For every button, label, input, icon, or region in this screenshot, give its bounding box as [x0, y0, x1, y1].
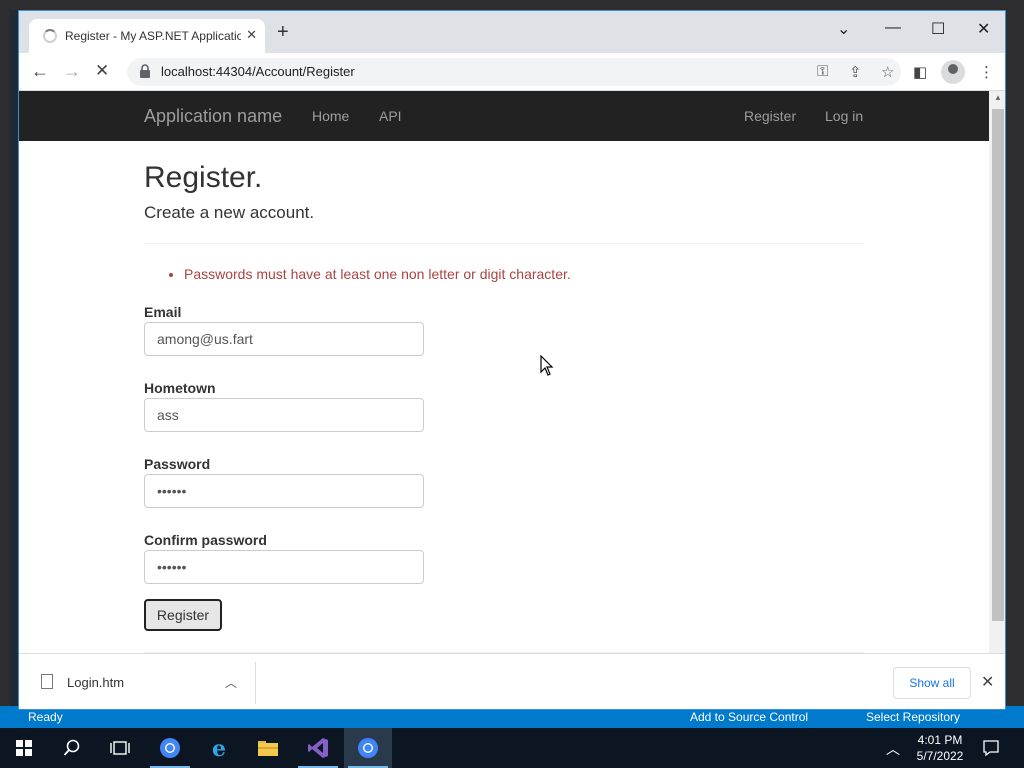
document-icon [41, 674, 53, 689]
site-navbar: Application name Home API Register Log i… [19, 91, 989, 141]
page-viewport: Application name Home API Register Log i… [19, 91, 989, 653]
hometown-label: Hometown [144, 380, 216, 396]
stop-loading-icon[interactable]: ✕ [95, 61, 109, 81]
taskbar-chrome-active-icon[interactable] [344, 728, 392, 768]
tray-chevron-up-icon[interactable]: ︿ [886, 739, 900, 759]
taskbar-file-explorer-icon[interactable] [244, 728, 292, 768]
clock-date: 5/7/2022 [916, 749, 964, 763]
task-view-icon[interactable] [96, 728, 144, 768]
windows-taskbar: e ︿ 4:01 PM 5/7/2022 [0, 728, 1024, 768]
divider [144, 243, 864, 244]
notifications-icon[interactable] [982, 739, 1000, 757]
back-icon[interactable]: ← [31, 61, 49, 82]
nav-link-home[interactable]: Home [312, 108, 349, 124]
desktop-background [0, 0, 1024, 10]
browser-titlebar: Register - My ASP.NET Application ✕ + ⌄ … [19, 11, 1005, 53]
svg-text:e: e [212, 737, 226, 759]
taskbar-internet-explorer-icon[interactable]: e [196, 728, 244, 768]
tab-title: Register - My ASP.NET Application [65, 29, 241, 43]
search-icon[interactable] [48, 728, 96, 768]
vs-window-edge-left [0, 0, 10, 728]
vs-status-ready: Ready [28, 710, 63, 724]
browser-toolbar: ← → ✕ localhost:44304/Account/Register ⚿… [19, 53, 1005, 91]
hometown-field[interactable] [144, 398, 424, 432]
lock-icon [140, 64, 150, 78]
tab-search-chevron-icon[interactable]: ⌄ [837, 19, 850, 39]
password-field[interactable] [144, 474, 424, 508]
start-button[interactable] [0, 728, 48, 768]
password-label: Password [144, 456, 211, 472]
menu-kebab-icon[interactable]: ⋮ [979, 63, 994, 81]
page-subtitle: Create a new account. [144, 203, 315, 222]
email-field[interactable] [144, 322, 424, 356]
navbar-brand[interactable]: Application name [144, 106, 282, 127]
clock-time: 4:01 PM [917, 733, 963, 747]
maximize-icon[interactable]: ☐ [931, 19, 945, 39]
mouse-cursor-icon [540, 355, 554, 376]
nav-link-api[interactable]: API [379, 108, 402, 124]
address-bar[interactable]: localhost:44304/Account/Register ⚿ ⇪ ☆ [127, 58, 901, 86]
confirm-password-field[interactable] [144, 550, 424, 584]
tab-close-icon[interactable]: ✕ [246, 27, 257, 43]
download-shelf: Login.htm ︿ Show all ✕ [19, 653, 1005, 709]
new-tab-icon[interactable]: + [277, 22, 289, 42]
share-icon[interactable]: ⇪ [849, 63, 862, 81]
key-icon[interactable]: ⚿ [817, 63, 828, 80]
download-file-name[interactable]: Login.htm [67, 675, 124, 690]
url-text: localhost:44304/Account/Register [161, 64, 355, 79]
email-label: Email [144, 304, 182, 320]
side-panel-icon[interactable]: ◧ [913, 63, 927, 81]
bookmark-star-icon[interactable]: ☆ [881, 63, 894, 81]
shelf-divider [255, 662, 256, 704]
taskbar-visual-studio-icon[interactable] [294, 728, 342, 768]
taskbar-chrome-icon[interactable] [146, 728, 194, 768]
show-all-downloads-button[interactable]: Show all [893, 667, 971, 699]
vs-select-repository[interactable]: Select Repository [866, 710, 960, 724]
chevron-up-icon[interactable]: ︿ [225, 674, 237, 691]
validation-summary: Passwords must have at least one non let… [184, 266, 571, 282]
browser-tab[interactable]: Register - My ASP.NET Application ✕ [29, 19, 265, 53]
windows-logo-icon [16, 740, 32, 756]
vertical-scrollbar[interactable]: ▲ [989, 91, 1005, 653]
profile-avatar-icon[interactable] [941, 60, 965, 84]
loading-spinner-icon [43, 29, 57, 43]
validation-error: Passwords must have at least one non let… [184, 266, 571, 282]
register-submit-button[interactable]: Register [144, 599, 222, 631]
page-title: Register. [144, 161, 263, 194]
close-window-icon[interactable]: ✕ [977, 19, 990, 39]
close-shelf-icon[interactable]: ✕ [981, 672, 994, 692]
vs-add-to-source-control[interactable]: Add to Source Control [690, 710, 808, 724]
browser-window: Register - My ASP.NET Application ✕ + ⌄ … [18, 10, 1006, 710]
forward-icon[interactable]: → [63, 61, 81, 82]
nav-link-login[interactable]: Log in [825, 108, 863, 124]
scroll-up-arrow-icon[interactable]: ▲ [994, 93, 1002, 102]
vs-window-edge-right [1006, 0, 1024, 728]
scrollbar-thumb[interactable] [992, 109, 1004, 621]
confirm-password-label: Confirm password [144, 532, 267, 548]
minimize-icon[interactable]: — [885, 19, 901, 37]
taskbar-clock[interactable]: 4:01 PM 5/7/2022 [900, 732, 980, 764]
nav-link-register[interactable]: Register [744, 108, 796, 124]
